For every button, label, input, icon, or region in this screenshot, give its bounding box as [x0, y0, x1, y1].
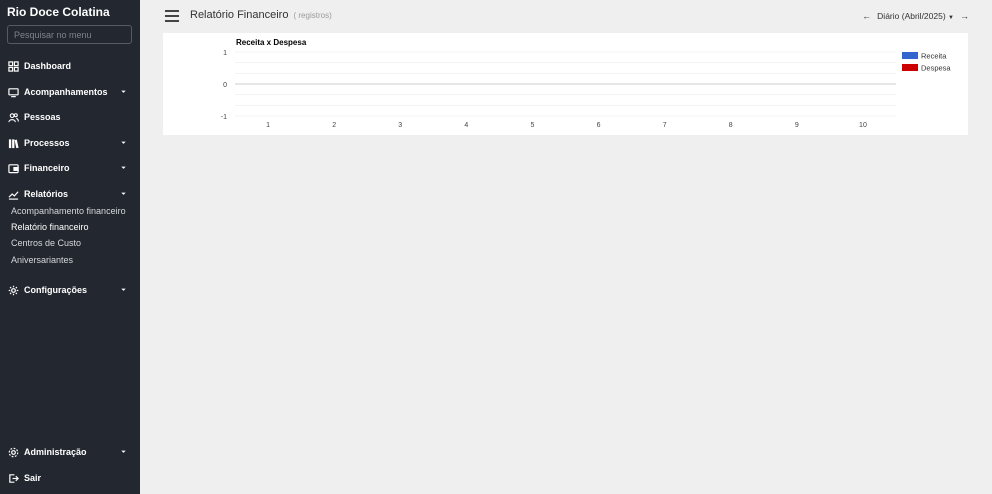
- gear-icon: [8, 285, 19, 295]
- x-tick-label: 1: [266, 122, 270, 129]
- x-tick-label: 8: [729, 122, 733, 129]
- sidebar: Rio Doce Colatina Dashboard Acompanhamen…: [0, 0, 140, 494]
- caret-down-icon: [121, 166, 126, 169]
- x-tick-label: 4: [464, 122, 468, 129]
- sidebar-item-acompanhamentos[interactable]: Acompanhamentos: [8, 85, 132, 99]
- chart-title: Receita x Despesa: [236, 38, 307, 47]
- records-count: ( registros): [293, 11, 332, 20]
- topbar: Relatório Financeiro ( registros) ← Diár…: [140, 0, 992, 32]
- sidebar-subitem-aniversariantes[interactable]: Aniversariantes: [11, 255, 73, 265]
- wallet-icon: [8, 163, 19, 173]
- sidebar-item-financeiro[interactable]: Financeiro: [8, 161, 132, 175]
- sidebar-item-label: Processos: [24, 138, 70, 148]
- arrow-left-icon[interactable]: ←: [862, 11, 871, 21]
- legend-label-receita: Receita: [921, 52, 947, 61]
- chart-card: Receita x Despesa 1 0 -1 1 2 3 4 5 6 7 8 9 10 Receita D…: [163, 33, 968, 135]
- sidebar-item-label: Configurações: [24, 285, 88, 295]
- sidebar-subitem-relatorio-financeiro[interactable]: Relatório financeiro: [11, 222, 89, 232]
- x-tick-label: 5: [530, 122, 534, 129]
- dashboard-icon: [8, 60, 19, 72]
- x-tick-label: 2: [332, 122, 336, 129]
- caret-down-icon: [121, 450, 126, 453]
- x-tick-label: 6: [597, 122, 601, 129]
- period-label: Diário (Abril/2025): [877, 11, 946, 21]
- sidebar-item-relatorios[interactable]: Relatórios: [8, 187, 132, 201]
- sidebar-item-pessoas[interactable]: Pessoas: [8, 110, 132, 124]
- sidebar-subitem-centros-de-custo[interactable]: Centros de Custo: [11, 238, 81, 248]
- brand-title: Rio Doce Colatina: [7, 5, 110, 19]
- books-icon: [8, 138, 19, 148]
- sidebar-item-configuracoes[interactable]: Configurações: [8, 283, 132, 297]
- caret-down-icon: [121, 288, 126, 291]
- sidebar-item-dashboard[interactable]: Dashboard: [8, 59, 132, 73]
- y-tick-label: -1: [221, 114, 227, 121]
- x-tick-label: 7: [663, 122, 667, 129]
- page-title: Relatório Financeiro ( registros): [190, 9, 332, 21]
- caret-down-icon: [121, 141, 126, 144]
- revenue-expense-chart: Receita x Despesa10-11 2 3 4 5 6 7 8 9 10ReceitaD…: [221, 38, 952, 129]
- sidebar-item-label: Relatórios: [24, 189, 69, 199]
- x-tick-label: 10: [859, 122, 867, 129]
- monitor-icon: [8, 87, 19, 97]
- hamburger-menu-icon[interactable]: [165, 10, 179, 22]
- sidebar-item-administracao[interactable]: Administração: [8, 445, 132, 459]
- sidebar-item-label: Administração: [24, 447, 87, 457]
- caret-down-icon: [121, 192, 126, 195]
- period-dropdown[interactable]: Diário (Abril/2025) ▼: [877, 11, 954, 21]
- legend-swatch-receita: [902, 52, 918, 59]
- arrow-right-icon[interactable]: →: [960, 11, 969, 21]
- sidebar-item-label: Pessoas: [24, 112, 61, 122]
- y-tick-label: 1: [223, 50, 227, 57]
- legend-swatch-despesa: [902, 64, 918, 71]
- page-title-text: Relatório Financeiro: [190, 9, 289, 21]
- sidebar-item-label: Financeiro: [24, 163, 70, 173]
- sidebar-item-label: Acompanhamentos: [24, 87, 108, 97]
- menu-search-input[interactable]: [7, 25, 132, 44]
- sidebar-item-label: Dashboard: [24, 61, 72, 71]
- x-tick-label: 9: [795, 122, 799, 129]
- sidebar-item-processos[interactable]: Processos: [8, 136, 132, 150]
- caret-down-icon: ▼: [948, 15, 954, 21]
- period-selector: ← Diário (Abril/2025) ▼ →: [862, 11, 969, 21]
- sidebar-item-label: Sair: [24, 473, 42, 483]
- logout-icon: [9, 473, 19, 483]
- legend-label-despesa: Despesa: [921, 64, 951, 73]
- chart-line-icon: [8, 190, 19, 200]
- sidebar-subitem-acompanhamento-financeiro[interactable]: Acompanhamento financeiro: [11, 206, 126, 216]
- y-tick-label: 0: [223, 82, 227, 89]
- caret-down-icon: [121, 90, 126, 93]
- x-tick-label: 3: [398, 122, 402, 129]
- people-icon: [8, 112, 19, 122]
- sidebar-item-sair[interactable]: Sair: [8, 471, 132, 485]
- settings-icon: [8, 447, 19, 457]
